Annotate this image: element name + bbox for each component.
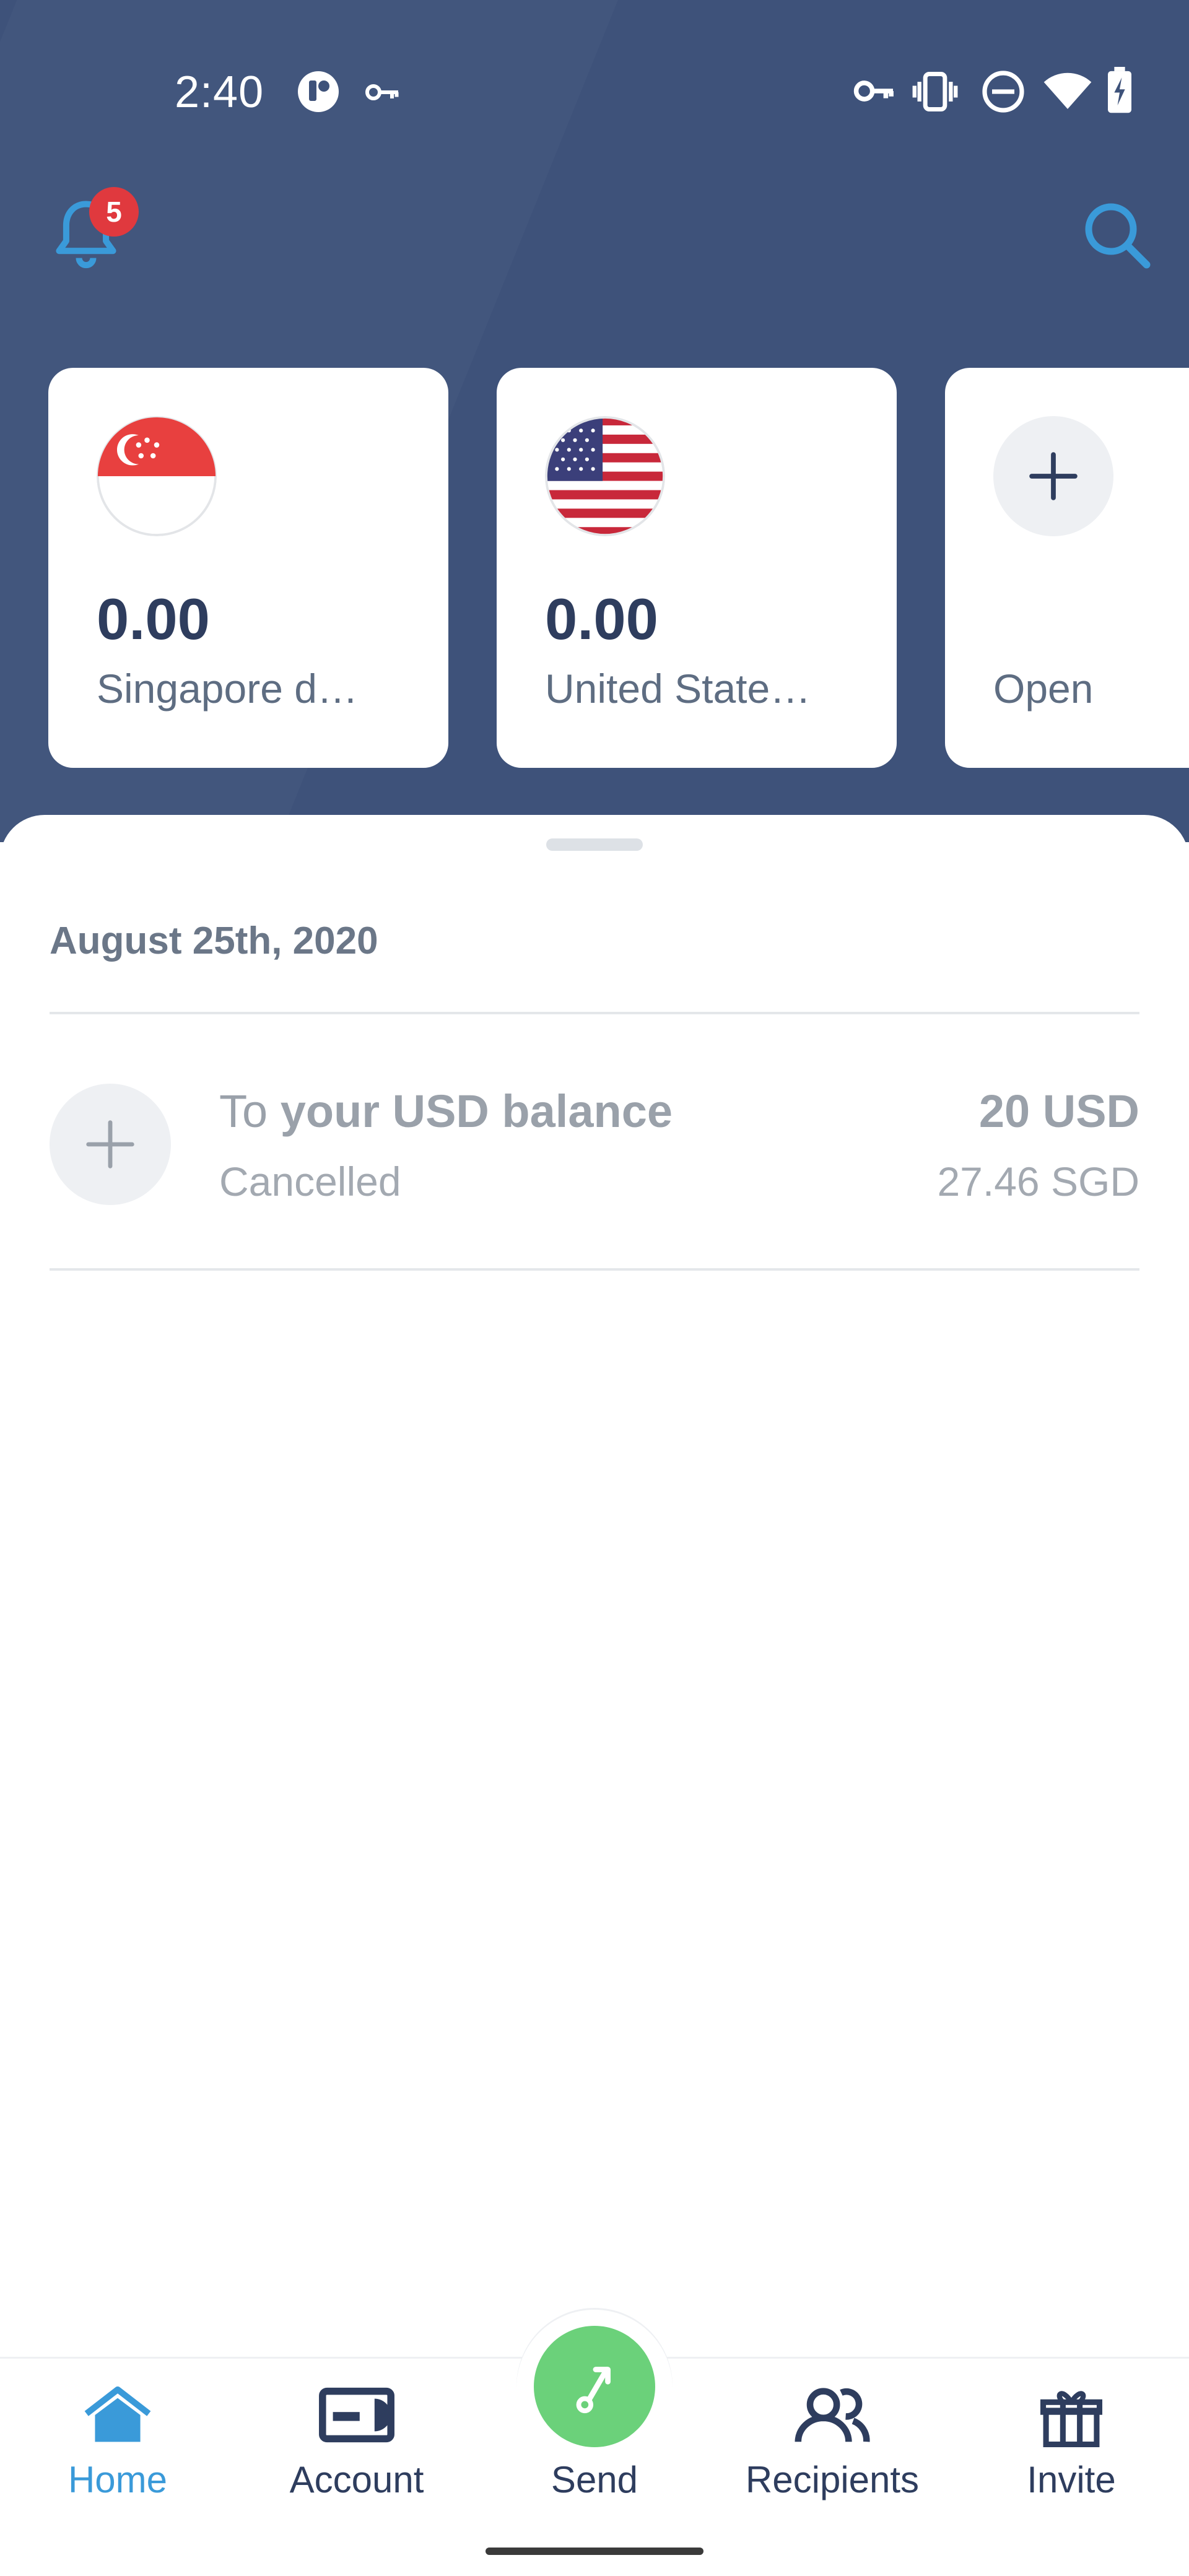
nav-label: Account [289,2459,424,2500]
transaction-title-target: your USD balance [280,1086,673,1137]
header: 2:40 5 0.00 Singapore d… 0.00 United Sta… [0,0,1189,842]
search-button[interactable] [1080,198,1154,272]
us-flag-icon [545,416,665,536]
search-icon [1085,203,1151,269]
open-balance-card[interactable]: Open [945,368,1189,768]
wifi-icon [1043,69,1092,111]
balance-currency-name: United State… [545,666,811,711]
home-icon [84,2385,152,2448]
do-not-disturb-icon [981,69,1026,114]
key-icon [853,73,897,109]
transaction-title: To your USD balance [219,1085,673,1138]
card-icon [318,2385,396,2448]
vibrate-icon [910,68,960,115]
notification-count-badge: 5 [89,187,139,237]
open-balance-label: Open [993,666,1094,711]
gesture-navigation-bar[interactable] [486,2548,703,2555]
gift-icon [1040,2385,1102,2450]
people-icon [793,2385,871,2448]
transaction-amount: 20 USD [978,1086,1139,1137]
nav-label: Home [68,2459,168,2500]
singapore-flag-icon [97,416,217,536]
nav-label: Recipients [745,2459,920,2500]
balance-card-sgd[interactable]: 0.00 Singapore d… [48,368,448,768]
plus-icon [50,1084,171,1205]
vpn-key-icon [364,77,401,108]
divider [50,1012,1139,1014]
app-notification-icon [296,69,341,114]
balance-currency-name: Singapore d… [97,666,358,711]
send-button[interactable] [534,2326,655,2447]
divider [50,1268,1139,1271]
activity-date-header: August 25th, 2020 [50,920,378,962]
balance-amount: 0.00 [545,586,658,651]
status-time: 2:40 [175,67,264,117]
battery-charging-icon [1106,67,1133,114]
transaction-converted-amount: 27.46 SGD [937,1159,1139,1204]
transaction-status: Cancelled [219,1159,401,1204]
plus-icon [993,416,1113,536]
transaction-title-prefix: To [219,1086,281,1137]
nav-label: Invite [1027,2459,1116,2500]
nav-home[interactable]: Home [6,2385,229,2515]
nav-send-label: Send [551,2459,638,2500]
sheet-drag-handle[interactable] [546,838,643,851]
nav-recipients[interactable]: Recipients [721,2385,944,2515]
send-arrow-icon [576,2367,611,2414]
balance-card-usd[interactable]: 0.00 United State… [497,368,897,768]
nav-account[interactable]: Account [245,2385,468,2515]
balance-amount: 0.00 [97,586,210,651]
nav-invite[interactable]: Invite [960,2385,1183,2515]
